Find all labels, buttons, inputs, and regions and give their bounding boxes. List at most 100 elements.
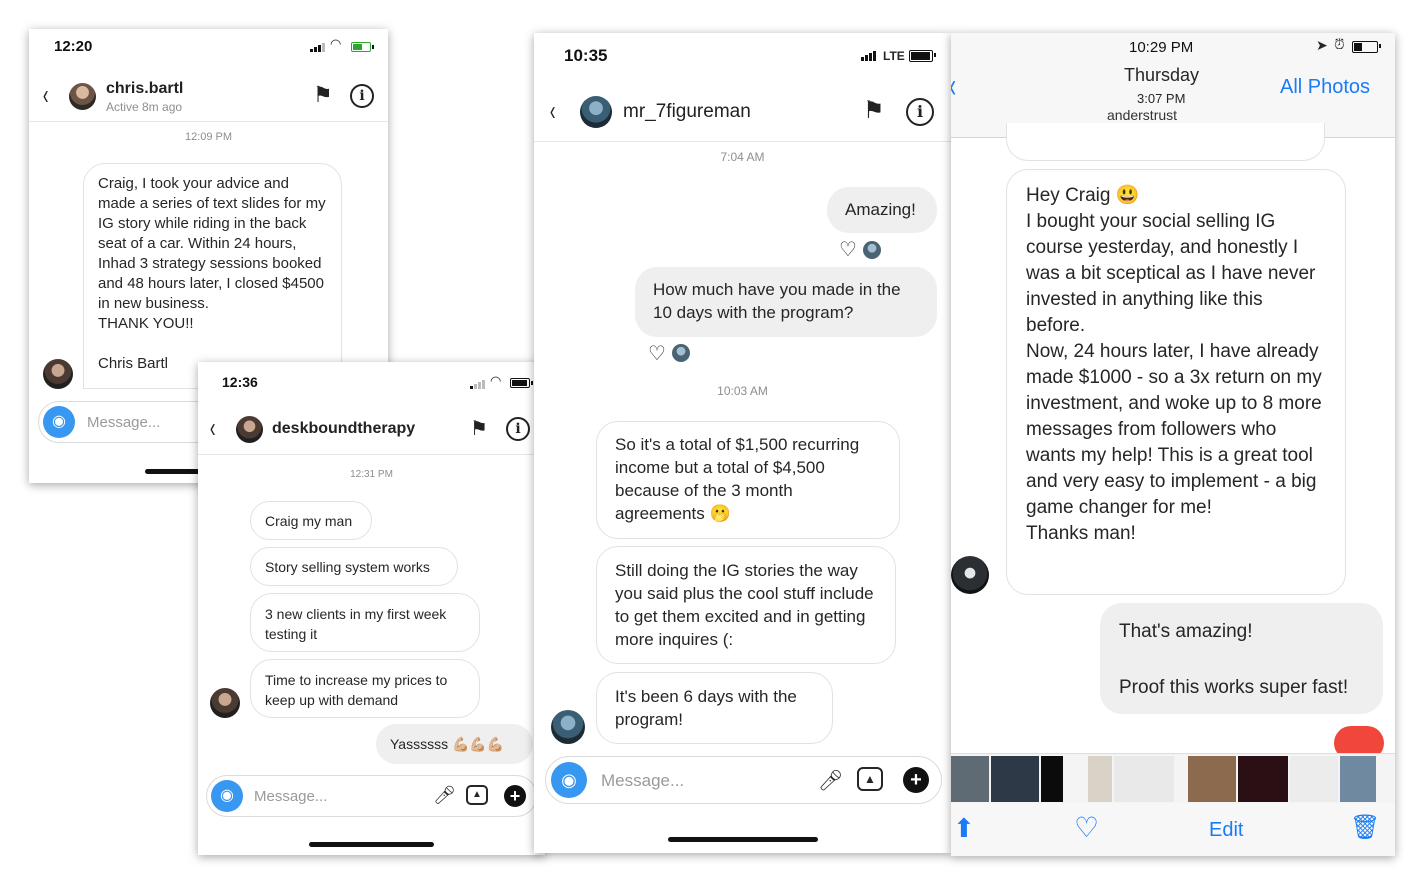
chat-header: ‹ deskboundtherapy ⚑ i <box>198 406 545 455</box>
username[interactable]: mr_7figureman <box>623 101 751 123</box>
thumbnail[interactable] <box>951 756 989 802</box>
outgoing-message: That's amazing! Proof this works super f… <box>1100 603 1383 714</box>
sender-avatar <box>210 688 240 718</box>
incoming-message: So it's a total of $1,500 recurring inco… <box>596 421 900 539</box>
alarm-icon: ⏰︎ <box>1334 36 1345 52</box>
sender-avatar <box>43 359 73 389</box>
username[interactable]: deskboundtherapy <box>272 420 415 438</box>
thumbnail[interactable] <box>1340 756 1376 802</box>
avatar[interactable] <box>69 83 96 110</box>
share-icon[interactable]: ⬆︎ <box>953 813 975 844</box>
incoming-message: Craig, I took your advice and made a ser… <box>83 163 342 389</box>
avatar[interactable] <box>236 416 263 443</box>
status-bar: 12:36 ◠ <box>198 370 545 400</box>
status-time: 12:36 <box>222 374 258 390</box>
message-composer[interactable]: ◉ Message... 🎤︎ ▲ + <box>206 775 537 817</box>
flag-icon[interactable]: ⚑ <box>313 82 333 108</box>
thumbnail[interactable] <box>1290 756 1338 802</box>
back-icon[interactable]: ‹ <box>951 67 956 106</box>
dm-screenshot-deskbound: 12:36 ◠ ‹ deskboundtherapy ⚑ i 12:31 PM … <box>198 362 545 855</box>
home-indicator <box>668 837 818 842</box>
camera-icon[interactable]: ◉ <box>211 780 243 812</box>
info-icon[interactable]: i <box>350 84 374 108</box>
incoming-message: 3 new clients in my first week testing i… <box>250 593 480 652</box>
active-status: Active 8m ago <box>106 100 183 114</box>
incoming-message: Hey Craig 😃 I bought your social selling… <box>1006 169 1346 595</box>
status-bar: 10:35 LTE <box>534 43 951 73</box>
wifi-icon: ◠ <box>490 373 502 388</box>
edit-button[interactable]: Edit <box>1209 819 1243 842</box>
heart-icon[interactable]: ♡ <box>839 237 857 262</box>
signal-icon <box>861 51 876 61</box>
thumbnail-strip[interactable] <box>951 753 1395 804</box>
heart-icon[interactable]: ♡ <box>648 341 666 366</box>
message-timestamp: 12:09 PM <box>184 131 233 143</box>
status-bar: 12:20 ◠ <box>29 35 388 65</box>
microphone-icon[interactable]: 🎤︎ <box>433 785 456 806</box>
photo-time: 3:07 PM <box>1137 91 1186 106</box>
message-input[interactable]: Message... <box>87 414 160 431</box>
message-composer[interactable]: ◉ Message... 🎤︎ ▲ + <box>545 756 942 804</box>
incoming-message: Still doing the IG stories the way you s… <box>596 546 896 664</box>
cut-off-text: anderstrust <box>1107 107 1178 123</box>
add-icon[interactable]: + <box>504 785 526 807</box>
seen-avatar <box>863 241 881 259</box>
battery-icon <box>909 50 936 62</box>
signal-icon <box>470 380 485 389</box>
chat-header: ‹ mr_7figureman ⚑ i <box>534 87 951 142</box>
seen-avatar <box>672 344 690 362</box>
battery-icon <box>351 42 374 52</box>
status-time: 12:20 <box>54 38 93 55</box>
battery-icon <box>510 378 533 388</box>
camera-icon[interactable]: ◉ <box>43 406 75 438</box>
outgoing-message: How much have you made in the 10 days wi… <box>635 267 937 337</box>
photo-day: Thursday <box>1124 65 1200 85</box>
avatar[interactable] <box>580 96 612 128</box>
outgoing-message: Amazing! <box>827 187 937 233</box>
thumbnail[interactable] <box>991 756 1039 802</box>
chat-header: ‹ chris.bartl Active 8m ago ⚑ i <box>29 73 388 122</box>
flag-icon[interactable]: ⚑ <box>470 416 488 441</box>
thumbnail[interactable] <box>1188 756 1236 802</box>
add-icon[interactable]: + <box>903 767 929 793</box>
message-timestamp: 7:04 AM <box>720 150 765 164</box>
heart-icon[interactable]: ♡ <box>1074 811 1099 844</box>
info-icon[interactable]: i <box>906 98 934 126</box>
home-indicator <box>309 842 434 847</box>
status-time: 10:35 <box>564 46 608 65</box>
status-time: 10:29 PM <box>1129 39 1194 56</box>
network-label: LTE <box>883 49 905 63</box>
incoming-message: It's been 6 days with the program! <box>596 672 833 744</box>
thumbnail[interactable] <box>1114 756 1174 802</box>
flag-icon[interactable]: ⚑ <box>863 96 885 125</box>
gallery-icon[interactable]: ▲ <box>466 785 488 805</box>
message-input[interactable]: Message... <box>601 771 684 791</box>
back-icon[interactable]: ‹ <box>210 412 216 444</box>
outgoing-message: Yassssss 💪🏼💪🏼💪🏼 <box>376 724 533 764</box>
thumbnail[interactable] <box>1238 756 1288 802</box>
partial-message <box>1006 123 1325 161</box>
message-input[interactable]: Message... <box>254 788 327 805</box>
incoming-message: Craig my man <box>250 501 372 540</box>
sender-avatar <box>551 710 585 744</box>
incoming-message: Story selling system works <box>250 547 458 586</box>
sender-avatar <box>951 556 989 594</box>
back-icon[interactable]: ‹ <box>550 95 556 127</box>
thumbnail[interactable] <box>1041 756 1063 802</box>
incoming-message: Time to increase my prices to keep up wi… <box>250 659 480 718</box>
location-icon: ➤ <box>1316 37 1328 53</box>
dm-screenshot-7figureman: 10:35 LTE ‹ mr_7figureman ⚑ i 7:04 AM Am… <box>534 33 951 853</box>
back-icon[interactable]: ‹ <box>43 79 49 111</box>
gallery-icon[interactable]: ▲ <box>857 767 883 791</box>
thumbnail[interactable] <box>1088 756 1112 802</box>
signal-icon <box>310 43 325 52</box>
battery-icon <box>1352 41 1381 53</box>
username[interactable]: chris.bartl <box>106 80 183 98</box>
wifi-icon: ◠ <box>330 36 342 51</box>
all-photos-link[interactable]: All Photos <box>1280 76 1370 99</box>
photos-toolbar: ⬆︎ ♡ Edit 🗑︎ <box>951 803 1395 856</box>
info-icon[interactable]: i <box>506 417 530 441</box>
microphone-icon[interactable]: 🎤︎ <box>818 768 843 793</box>
trash-icon[interactable]: 🗑︎ <box>1350 813 1380 842</box>
camera-icon[interactable]: ◉ <box>551 762 587 798</box>
